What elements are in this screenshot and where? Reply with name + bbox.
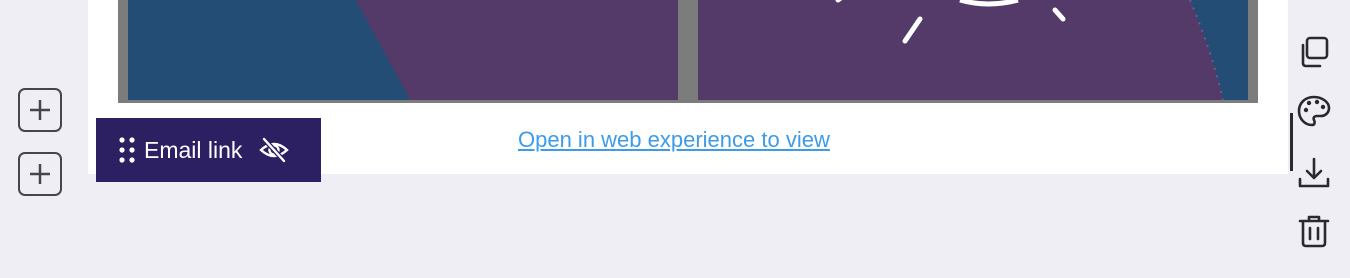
add-block-below-button[interactable] (18, 152, 62, 196)
duplicate-icon[interactable] (1296, 34, 1332, 70)
eye-off-icon[interactable] (258, 134, 290, 166)
drag-handle-icon[interactable] (116, 135, 138, 165)
download-icon[interactable] (1296, 155, 1332, 191)
image-panel-left (128, 0, 678, 100)
palette-icon[interactable] (1296, 93, 1332, 129)
plus-icon (30, 164, 50, 184)
element-type-label: Email link (144, 136, 243, 163)
add-block-above-button[interactable] (18, 88, 62, 132)
image-panel-right (698, 0, 1248, 100)
image-artwork-left (128, 0, 678, 100)
image-block[interactable] (118, 0, 1258, 103)
plus-icon (30, 100, 50, 120)
image-artwork-right (698, 0, 1248, 100)
open-web-experience-link[interactable]: Open in web experience to view (518, 127, 830, 153)
toolbar-divider (1290, 113, 1293, 171)
selected-element-tag[interactable]: Email link (96, 118, 321, 182)
trash-icon[interactable] (1296, 213, 1332, 249)
